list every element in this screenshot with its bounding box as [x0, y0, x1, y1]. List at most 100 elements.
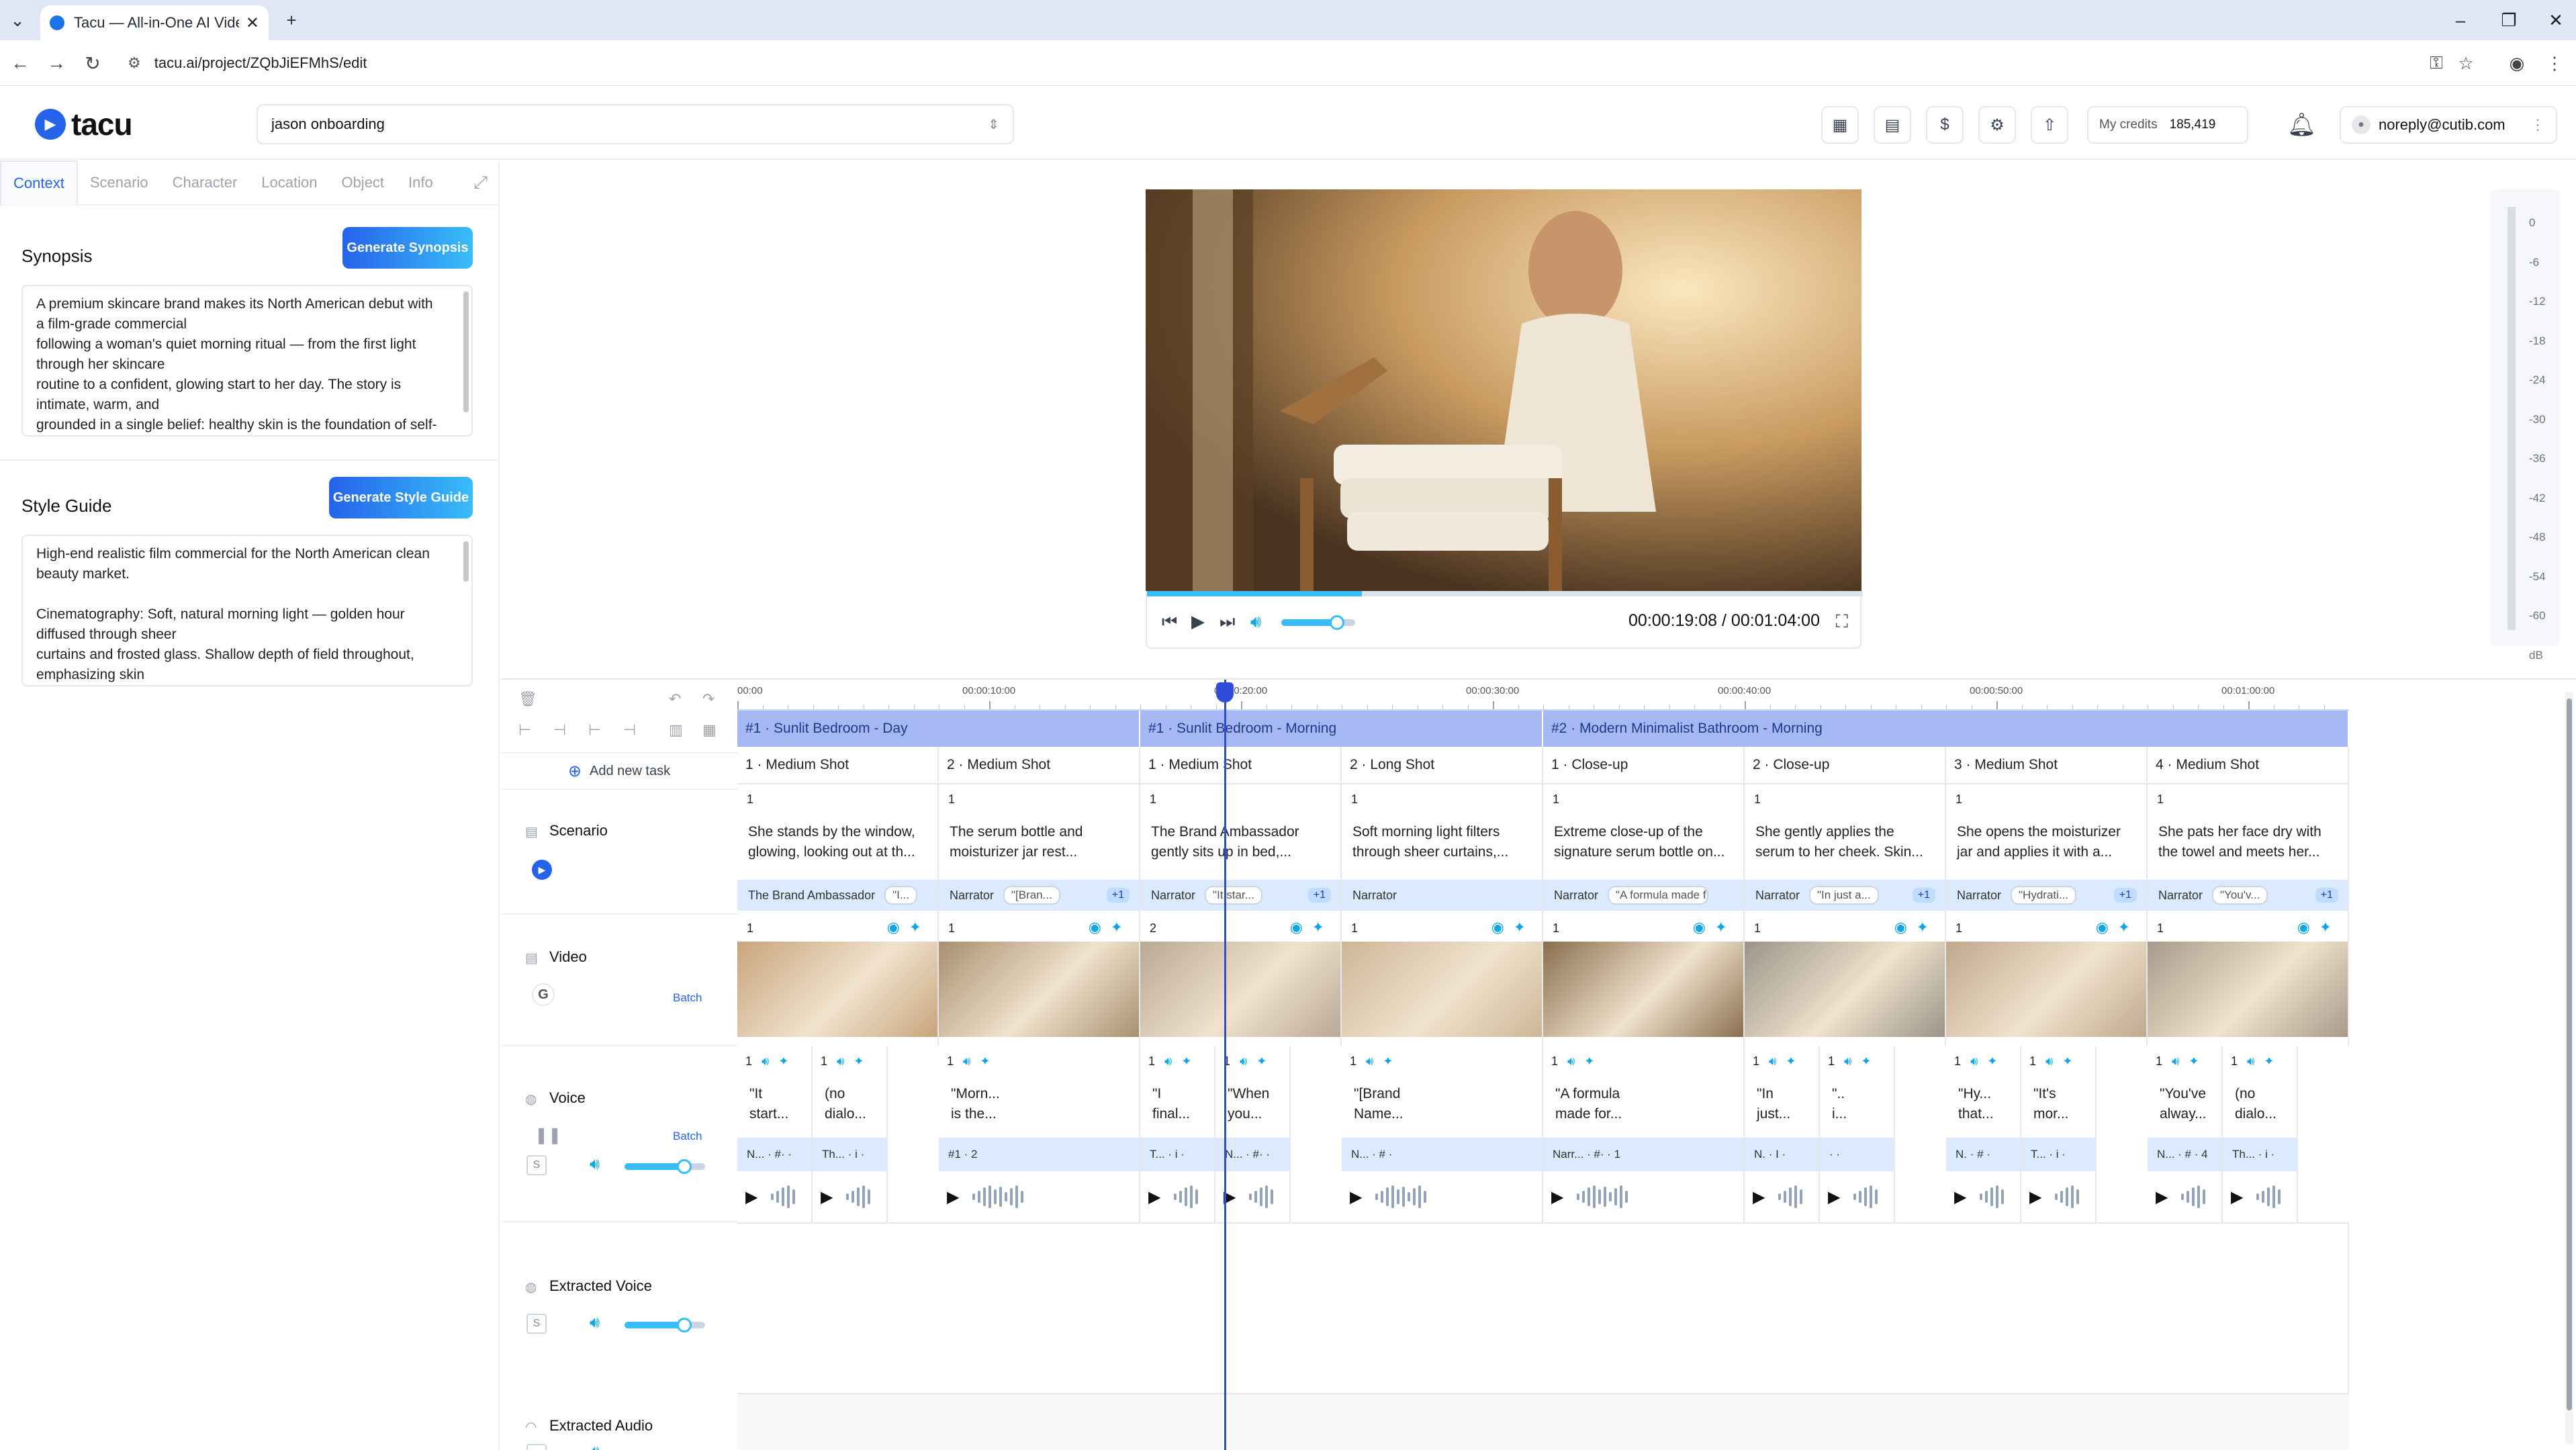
- insert-after-icon[interactable]: ⊢: [588, 721, 601, 739]
- extracted-voice-volume-slider[interactable]: [625, 1318, 705, 1332]
- notification-bell-icon[interactable]: 🔔︎: [2287, 111, 2316, 138]
- sparkle-icon[interactable]: ✦: [1861, 1054, 1871, 1069]
- play-icon[interactable]: ▶: [947, 1187, 959, 1207]
- speaker-icon[interactable]: 🔊︎: [1844, 1054, 1851, 1069]
- scenario-cell[interactable]: 1 She pats her face dry with the towel and…: [2148, 784, 2349, 915]
- subtitle-icon[interactable]: S: [526, 1314, 547, 1334]
- video-thumbnail[interactable]: [737, 942, 937, 1037]
- dialogue-quote-chip[interactable]: "A formula made f...: [1608, 886, 1709, 905]
- voice-clip[interactable]: 1 🔊︎ ✦ (no dialo... Th... · i · ▶: [813, 1046, 888, 1222]
- synopsis-textarea[interactable]: A premium skincare brand makes its North…: [21, 285, 473, 437]
- skip-back-icon[interactable]: ⏮: [1162, 611, 1177, 633]
- voice-batch-button[interactable]: Batch: [673, 1130, 702, 1143]
- play-icon[interactable]: ▶: [2029, 1187, 2041, 1207]
- style-guide-textarea[interactable]: High-end realistic film commercial for t…: [21, 535, 473, 686]
- more-dialogue-badge[interactable]: +1: [1106, 888, 1130, 903]
- video-cell[interactable]: 1 ◉ ✦: [1745, 915, 1946, 1046]
- scenario-cell[interactable]: 1 The Brand Ambassador gently sits up in b…: [1140, 784, 1342, 915]
- video-thumbnail[interactable]: [1342, 942, 1542, 1037]
- voice-clip[interactable]: 1 🔊︎ ✦ (no dialo... Th... · i · ▶: [2223, 1046, 2298, 1222]
- video-thumbnail[interactable]: [939, 942, 1139, 1037]
- insert-right-icon[interactable]: ⊣: [623, 721, 636, 739]
- sparkle-icon[interactable]: ✦: [1111, 919, 1123, 936]
- timeline-scrollbar[interactable]: [2565, 692, 2573, 1444]
- voice-volume-slider[interactable]: [625, 1159, 705, 1174]
- shot-header[interactable]: 1 · Medium Shot: [1140, 747, 1342, 784]
- insert-before-icon[interactable]: ⊣: [553, 721, 566, 739]
- voice-clip[interactable]: 1 🔊︎ ✦ "In just... N. · I · ▶: [1745, 1046, 1820, 1222]
- back-icon[interactable]: ←: [7, 50, 34, 77]
- shot-header[interactable]: 4 · Medium Shot: [2148, 747, 2349, 784]
- dialogue-role-bar[interactable]: Narrator "In just a... +1: [1745, 880, 1945, 911]
- video-thumbnail[interactable]: [2148, 942, 2348, 1037]
- sparkle-icon[interactable]: ✦: [1584, 1054, 1594, 1069]
- tacu-logo[interactable]: ▶ tacu: [35, 106, 133, 142]
- insert-left-icon[interactable]: ⊢: [518, 721, 531, 739]
- coin-icon[interactable]: $: [1926, 106, 1964, 144]
- sparkle-icon[interactable]: ✦: [1181, 1054, 1191, 1069]
- skip-forward-icon[interactable]: ⏭: [1220, 611, 1235, 633]
- speaker-icon[interactable]: 🔊︎: [2247, 1054, 2254, 1069]
- sparkle-icon[interactable]: ✦: [1514, 919, 1526, 936]
- play-icon[interactable]: ▶: [1828, 1187, 1840, 1207]
- sparkle-icon[interactable]: ✦: [2319, 919, 2332, 936]
- dialogue-role-bar[interactable]: Narrator "You'v... +1: [2148, 880, 2348, 911]
- speaker-icon[interactable]: 🔊︎: [1164, 1054, 1172, 1069]
- generate-style-guide-button[interactable]: Generate Style Guide: [329, 477, 473, 518]
- sparkle-icon[interactable]: ✦: [1987, 1054, 1997, 1069]
- dialogue-quote-chip[interactable]: "It star...: [1205, 886, 1262, 905]
- sparkle-icon[interactable]: ✦: [980, 1054, 990, 1069]
- sparkle-icon[interactable]: ✦: [909, 919, 921, 936]
- redo-icon[interactable]: ↷: [702, 690, 715, 708]
- time-ruler[interactable]: 00:00 00:00:10:00 00:00:20:00 00:00:30:00 00…: [737, 680, 2349, 711]
- play-icon[interactable]: ▶: [2231, 1187, 2243, 1207]
- split-icon[interactable]: ▥: [669, 721, 683, 739]
- speaker-icon[interactable]: 🔊︎: [963, 1054, 970, 1069]
- video-thumbnail[interactable]: [1140, 942, 1340, 1037]
- eye-icon[interactable]: ◉: [887, 919, 900, 936]
- site-info-icon[interactable]: ⚙: [128, 54, 141, 72]
- voice-clip[interactable]: 1 🔊︎ ✦ "It's mor... T... · i · ▶: [2021, 1046, 2097, 1222]
- shot-header[interactable]: 1 · Medium Shot: [737, 747, 939, 784]
- google-model-icon[interactable]: G: [532, 983, 555, 1006]
- dialogue-role-bar[interactable]: Narrator "Hydrati... +1: [1946, 880, 2146, 911]
- voice-clip[interactable]: 1 🔊︎ ✦ "You've alway... N... · # · 4 ▶: [2148, 1046, 2223, 1222]
- shot-header[interactable]: 2 · Medium Shot: [939, 747, 1140, 784]
- textarea-scrollbar[interactable]: [463, 291, 469, 412]
- speaker-icon[interactable]: 🔊︎: [1769, 1054, 1776, 1069]
- dialogue-role-bar[interactable]: Narrator "[Bran... +1: [939, 880, 1139, 911]
- scene-header[interactable]: #1 · Sunlit Bedroom - Day: [737, 711, 1140, 747]
- play-icon[interactable]: ▶: [1753, 1187, 1765, 1207]
- play-icon[interactable]: ▶: [2156, 1187, 2168, 1207]
- project-select[interactable]: jason onboarding ⇕: [257, 104, 1014, 144]
- minimize-icon[interactable]: –: [2440, 5, 2481, 35]
- dialogue-role-bar[interactable]: Narrator "A formula made f...: [1543, 880, 1743, 911]
- voice-clip[interactable]: 1 🔊︎ ✦ "I final... T... · i · ▶: [1140, 1046, 1215, 1222]
- scene-header[interactable]: #2 · Modern Minimalist Bathroom - Mornin…: [1543, 711, 2349, 747]
- sparkle-icon[interactable]: ✦: [1917, 919, 1929, 936]
- dialogue-quote-chip[interactable]: "In just a...: [1809, 886, 1879, 905]
- profile-icon[interactable]: ◉: [2503, 50, 2530, 77]
- video-cell[interactable]: 1 ◉ ✦: [1342, 915, 1543, 1046]
- maximize-icon[interactable]: ❐: [2489, 5, 2529, 35]
- eye-icon[interactable]: ◉: [1693, 919, 1706, 936]
- sparkle-icon[interactable]: ✦: [1383, 1054, 1393, 1069]
- video-batch-button[interactable]: Batch: [673, 991, 702, 1005]
- sparkle-icon[interactable]: ✦: [778, 1054, 788, 1069]
- speaker-icon[interactable]: 🔊︎: [1567, 1054, 1575, 1069]
- sparkle-icon[interactable]: ✦: [2118, 919, 2130, 936]
- user-menu[interactable]: ● noreply@cutib.com ⋮: [2340, 106, 2557, 144]
- voice-volume-icon[interactable]: 🔊︎: [590, 1155, 600, 1174]
- sparkle-icon[interactable]: ✦: [1786, 1054, 1796, 1069]
- voice-clip[interactable]: 1 🔊︎ ✦ "[Brand Name... N... · # · ▶: [1342, 1046, 1543, 1222]
- scrollbar-thumb[interactable]: [2567, 698, 2572, 1410]
- tab-location[interactable]: Location: [249, 161, 329, 205]
- fullscreen-icon[interactable]: ⛶: [1836, 611, 1848, 633]
- playhead[interactable]: [1215, 680, 1234, 1450]
- play-icon[interactable]: ▶: [1191, 611, 1205, 632]
- expand-panel-icon[interactable]: ⤢: [473, 172, 488, 193]
- eye-icon[interactable]: ◉: [1491, 919, 1504, 936]
- more-dialogue-badge[interactable]: +1: [2113, 888, 2137, 903]
- sparkle-icon[interactable]: ✦: [2264, 1054, 2274, 1069]
- film-icon[interactable]: ▦: [1821, 106, 1859, 144]
